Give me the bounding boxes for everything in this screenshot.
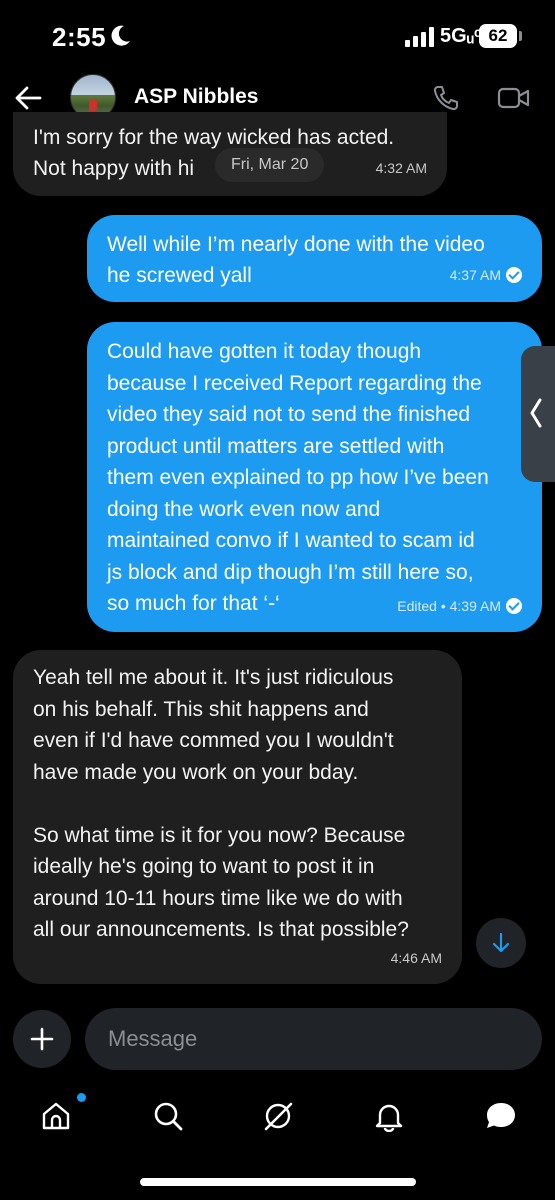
message-time: 4:46 AM — [390, 949, 442, 966]
status-time: 2:55 — [52, 22, 107, 52]
add-attachment-button[interactable] — [13, 1010, 71, 1068]
message-line: maintained convo if I wanted to scam id — [107, 529, 475, 552]
date-separator: Fri, Mar 20 — [215, 148, 325, 182]
message-line: on his behalf. This shit happens and — [33, 697, 369, 721]
video-call-icon[interactable] — [497, 86, 531, 110]
message-line: Not happy with hi — [33, 157, 195, 180]
bell-icon — [375, 1104, 403, 1132]
nav-search[interactable] — [140, 1090, 194, 1144]
status-bar: 2:55 5Gᵤᶜ 62 — [0, 0, 555, 70]
signal-icon — [405, 27, 434, 47]
message-line: js block and dip though I’m still here s… — [107, 560, 474, 584]
message-time: 4:37 AM — [449, 266, 501, 283]
message-line: because I received Report regarding the — [107, 371, 482, 395]
message-line: he screwed yall — [107, 264, 252, 287]
message-bubble-incoming[interactable]: all our announcements. Is that possible?… — [13, 650, 462, 984]
nav-messages[interactable] — [472, 1090, 526, 1144]
grok-icon — [264, 1102, 293, 1131]
chevron-left-icon — [530, 398, 542, 428]
home-indicator — [140, 1178, 416, 1186]
contact-name[interactable]: ASP Nibbles — [134, 85, 258, 109]
message-line: video they said not to send the finished — [107, 403, 471, 426]
message-line: Yeah tell me about it. It's just ridicul… — [33, 666, 394, 689]
message-time: Edited • 4:39 AM — [397, 597, 501, 614]
read-check-icon — [506, 267, 522, 284]
battery-tip — [519, 31, 522, 41]
scroll-to-bottom-button[interactable] — [476, 918, 526, 968]
message-line: product until matters are settled with — [107, 434, 445, 458]
message-line: even if I'd have commed you I wouldn't — [33, 729, 394, 752]
side-drawer-handle[interactable] — [521, 346, 555, 482]
search-icon — [154, 1102, 183, 1131]
message-line: around 10-11 hours time like we do with — [33, 886, 403, 910]
message-line: ideally he's going to want to post it in — [33, 855, 375, 878]
arrow-down-icon — [492, 932, 510, 953]
message-line: all our announcements. Is that possible? — [33, 918, 409, 941]
message-input[interactable] — [85, 1008, 542, 1070]
moon-icon — [111, 25, 130, 46]
message-line: doing the work even now and — [107, 497, 381, 521]
nav-grok[interactable] — [250, 1090, 304, 1144]
message-line: So what time is it for you now? Because — [33, 823, 406, 847]
message-line: I'm sorry for the way wicked has acted. — [33, 126, 395, 149]
message-line: Could have gotten it today though — [107, 340, 422, 363]
home-icon — [42, 1102, 70, 1130]
message-line: so much for that ‘-‘ — [107, 592, 280, 615]
messages-icon — [487, 1103, 515, 1128]
notification-dot — [77, 1093, 86, 1102]
message-bubble-outgoing[interactable]: Well while I’m nearly done with the vide… — [87, 215, 542, 302]
read-check-icon — [506, 598, 522, 615]
message-bubble-outgoing[interactable]: so much for that ‘-‘ js block and dip tho… — [87, 322, 542, 632]
message-time: 4:32 AM — [375, 159, 427, 176]
message-line: them even explained to pp how I’ve been — [107, 466, 489, 489]
back-arrow-icon[interactable] — [12, 82, 44, 114]
plus-icon — [30, 1027, 54, 1051]
message-line: Well while I’m nearly done with the vide… — [107, 233, 485, 256]
message-line: have made you work on your bday. — [33, 760, 359, 784]
nav-home[interactable] — [28, 1090, 86, 1144]
network-label: 5Gᵤᶜ — [440, 25, 482, 47]
bottom-nav — [0, 1090, 555, 1150]
battery-indicator: 62 — [479, 24, 517, 48]
nav-notifications[interactable] — [361, 1090, 415, 1144]
phone-icon[interactable] — [432, 84, 460, 112]
